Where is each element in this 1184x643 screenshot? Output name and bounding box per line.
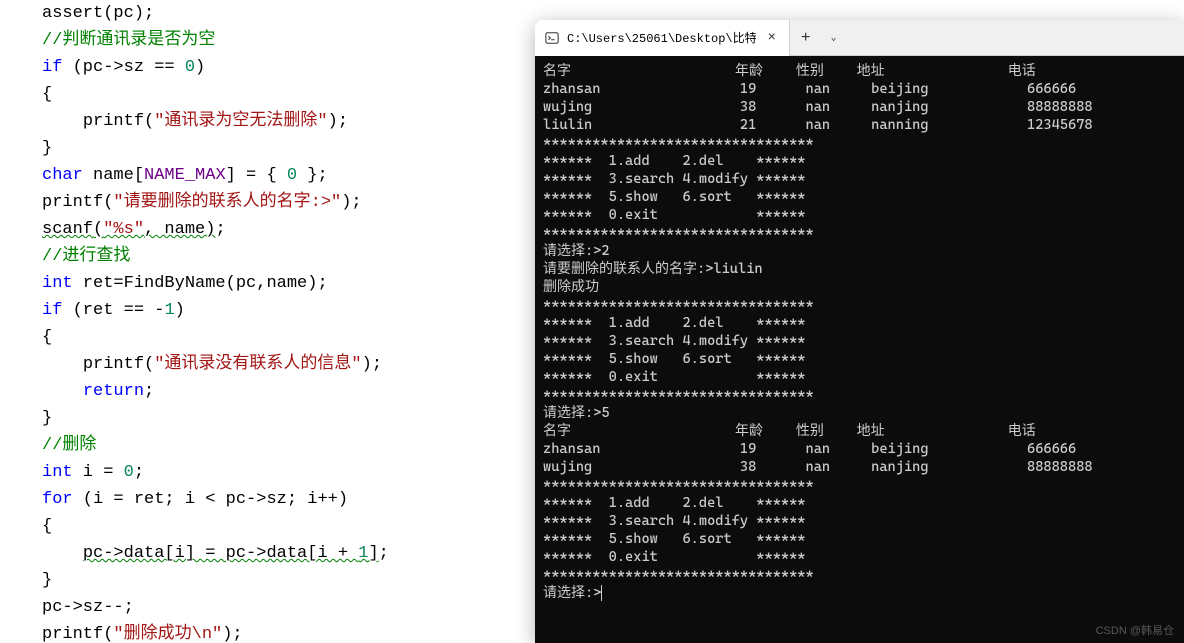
- code-line: //判断通讯录是否为空: [42, 27, 540, 54]
- code-line: {: [42, 324, 540, 351]
- terminal-line: *********************************: [543, 386, 1176, 404]
- code-line: int ret=FindByName(pc,name);: [42, 270, 540, 297]
- terminal-line: ****** 1.add 2.del ******: [543, 152, 1176, 170]
- tab-active[interactable]: C:\Users\25061\Desktop\比特 ×: [535, 20, 790, 56]
- terminal-line: 请选择:>2: [543, 242, 1176, 260]
- terminal-line: ****** 0.exit ******: [543, 548, 1176, 566]
- code-line: //进行查找: [42, 243, 540, 270]
- tab-dropdown-icon[interactable]: ⌄: [822, 32, 846, 44]
- terminal-line: ****** 1.add 2.del ******: [543, 314, 1176, 332]
- terminal-line: ****** 3.search 4.modify ******: [543, 512, 1176, 530]
- terminal-line: liulin 21 nan nanning 12345678: [543, 116, 1176, 134]
- code-line: pc->sz--;: [42, 594, 540, 621]
- terminal-line: ****** 0.exit ******: [543, 206, 1176, 224]
- code-line: pc->data[i] = pc->data[i + 1];: [42, 540, 540, 567]
- terminal-line: wujing 38 nan nanjing 88888888: [543, 458, 1176, 476]
- terminal-line: ****** 5.show 6.sort ******: [543, 530, 1176, 548]
- code-line: scanf("%s", name);: [42, 216, 540, 243]
- terminal-line: ****** 5.show 6.sort ******: [543, 350, 1176, 368]
- terminal-line: *********************************: [543, 476, 1176, 494]
- code-line: assert(pc);: [42, 0, 540, 27]
- code-line: printf("删除成功\n");: [42, 621, 540, 643]
- code-line: //删除: [42, 432, 540, 459]
- new-tab-button[interactable]: +: [790, 29, 822, 47]
- terminal-output[interactable]: 名字 年龄 性别 地址 电话zhansan 19 nan beijing 666…: [535, 56, 1184, 643]
- code-line: {: [42, 513, 540, 540]
- terminal-icon: [545, 31, 559, 45]
- terminal-line: ****** 3.search 4.modify ******: [543, 170, 1176, 188]
- cursor: [601, 585, 602, 601]
- code-line: {: [42, 81, 540, 108]
- terminal-line: 请选择:>: [543, 584, 1176, 602]
- terminal-line: 请选择:>5: [543, 404, 1176, 422]
- terminal-line: ****** 3.search 4.modify ******: [543, 332, 1176, 350]
- code-line: return;: [42, 378, 540, 405]
- terminal-line: *********************************: [543, 224, 1176, 242]
- watermark: CSDN @韩易仓: [1096, 622, 1174, 638]
- terminal-line: 名字 年龄 性别 地址 电话: [543, 422, 1176, 440]
- terminal-line: zhansan 19 nan beijing 666666: [543, 440, 1176, 458]
- title-bar: C:\Users\25061\Desktop\比特 × + ⌄: [535, 20, 1184, 56]
- tab-title: C:\Users\25061\Desktop\比特: [567, 29, 757, 46]
- code-line: printf("通讯录没有联系人的信息");: [42, 351, 540, 378]
- close-icon[interactable]: ×: [765, 31, 779, 45]
- terminal-line: zhansan 19 nan beijing 666666: [543, 80, 1176, 98]
- code-line: if (pc->sz == 0): [42, 54, 540, 81]
- terminal-line: 名字 年龄 性别 地址 电话: [543, 62, 1176, 80]
- terminal-line: 请要删除的联系人的名字:>liulin: [543, 260, 1176, 278]
- code-line: }: [42, 567, 540, 594]
- terminal-line: ****** 0.exit ******: [543, 368, 1176, 386]
- code-line: printf("通讯录为空无法删除");: [42, 108, 540, 135]
- terminal-window: C:\Users\25061\Desktop\比特 × + ⌄ 名字 年龄 性别…: [535, 20, 1184, 643]
- code-line: for (i = ret; i < pc->sz; i++): [42, 486, 540, 513]
- terminal-line: *********************************: [543, 566, 1176, 584]
- code-line: if (ret == -1): [42, 297, 540, 324]
- code-editor[interactable]: assert(pc); //判断通讯录是否为空 if (pc->sz == 0)…: [0, 0, 540, 643]
- terminal-line: ****** 1.add 2.del ******: [543, 494, 1176, 512]
- code-line: int i = 0;: [42, 459, 540, 486]
- terminal-line: wujing 38 nan nanjing 88888888: [543, 98, 1176, 116]
- terminal-line: *********************************: [543, 134, 1176, 152]
- code-line: }: [42, 135, 540, 162]
- terminal-line: 删除成功: [543, 278, 1176, 296]
- terminal-line: ****** 5.show 6.sort ******: [543, 188, 1176, 206]
- terminal-line: *********************************: [543, 296, 1176, 314]
- code-line: printf("请要删除的联系人的名字:>");: [42, 189, 540, 216]
- code-line: }: [42, 405, 540, 432]
- code-line: char name[NAME_MAX] = { 0 };: [42, 162, 540, 189]
